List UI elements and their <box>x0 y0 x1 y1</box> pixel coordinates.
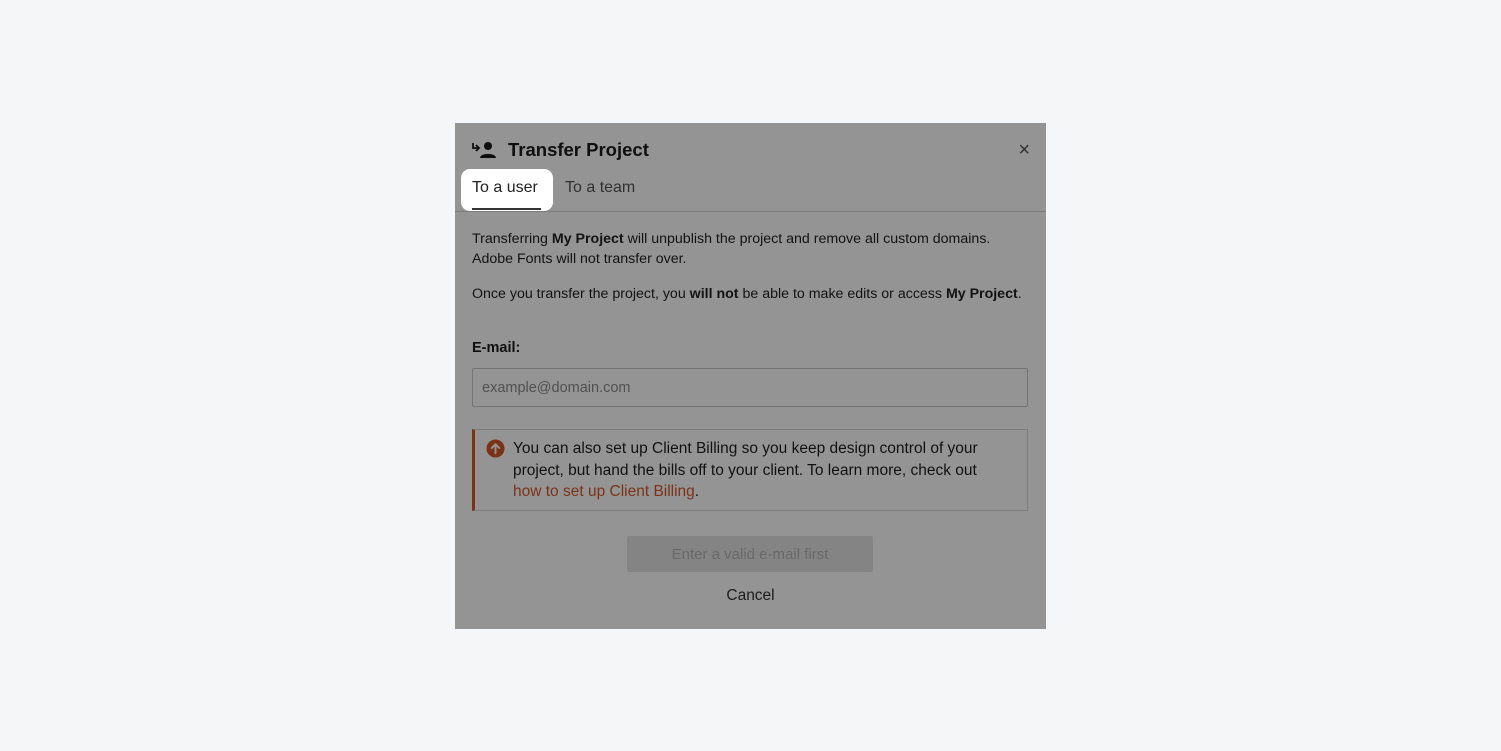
cancel-button[interactable]: Cancel <box>455 587 1046 605</box>
active-tab-indicator <box>472 208 541 210</box>
client-billing-notice: You can also set up Client Billing so yo… <box>472 429 1028 511</box>
close-icon[interactable]: × <box>1018 138 1030 162</box>
transfer-warning-text: Transferring My Project will unpublish t… <box>472 231 991 267</box>
tab-to-a-user-label: To a user <box>472 179 538 196</box>
dialog-title: Transfer Project <box>508 139 649 160</box>
tab-to-a-user[interactable]: To a user <box>461 169 553 211</box>
email-label: E-mail: <box>472 340 521 356</box>
email-field[interactable] <box>472 368 1028 407</box>
access-warning-text: Once you transfer the project, you will … <box>472 286 1022 302</box>
arrow-up-circle-icon <box>486 439 505 458</box>
transfer-button[interactable]: Enter a valid e-mail first <box>627 536 873 572</box>
client-billing-link[interactable]: how to set up Client Billing <box>513 483 695 500</box>
transfer-user-icon <box>472 142 496 158</box>
dialog-header: Transfer Project × <box>472 137 1032 163</box>
notice-text: You can also set up Client Billing so yo… <box>513 440 978 500</box>
tab-to-a-team[interactable]: To a team <box>565 169 635 211</box>
